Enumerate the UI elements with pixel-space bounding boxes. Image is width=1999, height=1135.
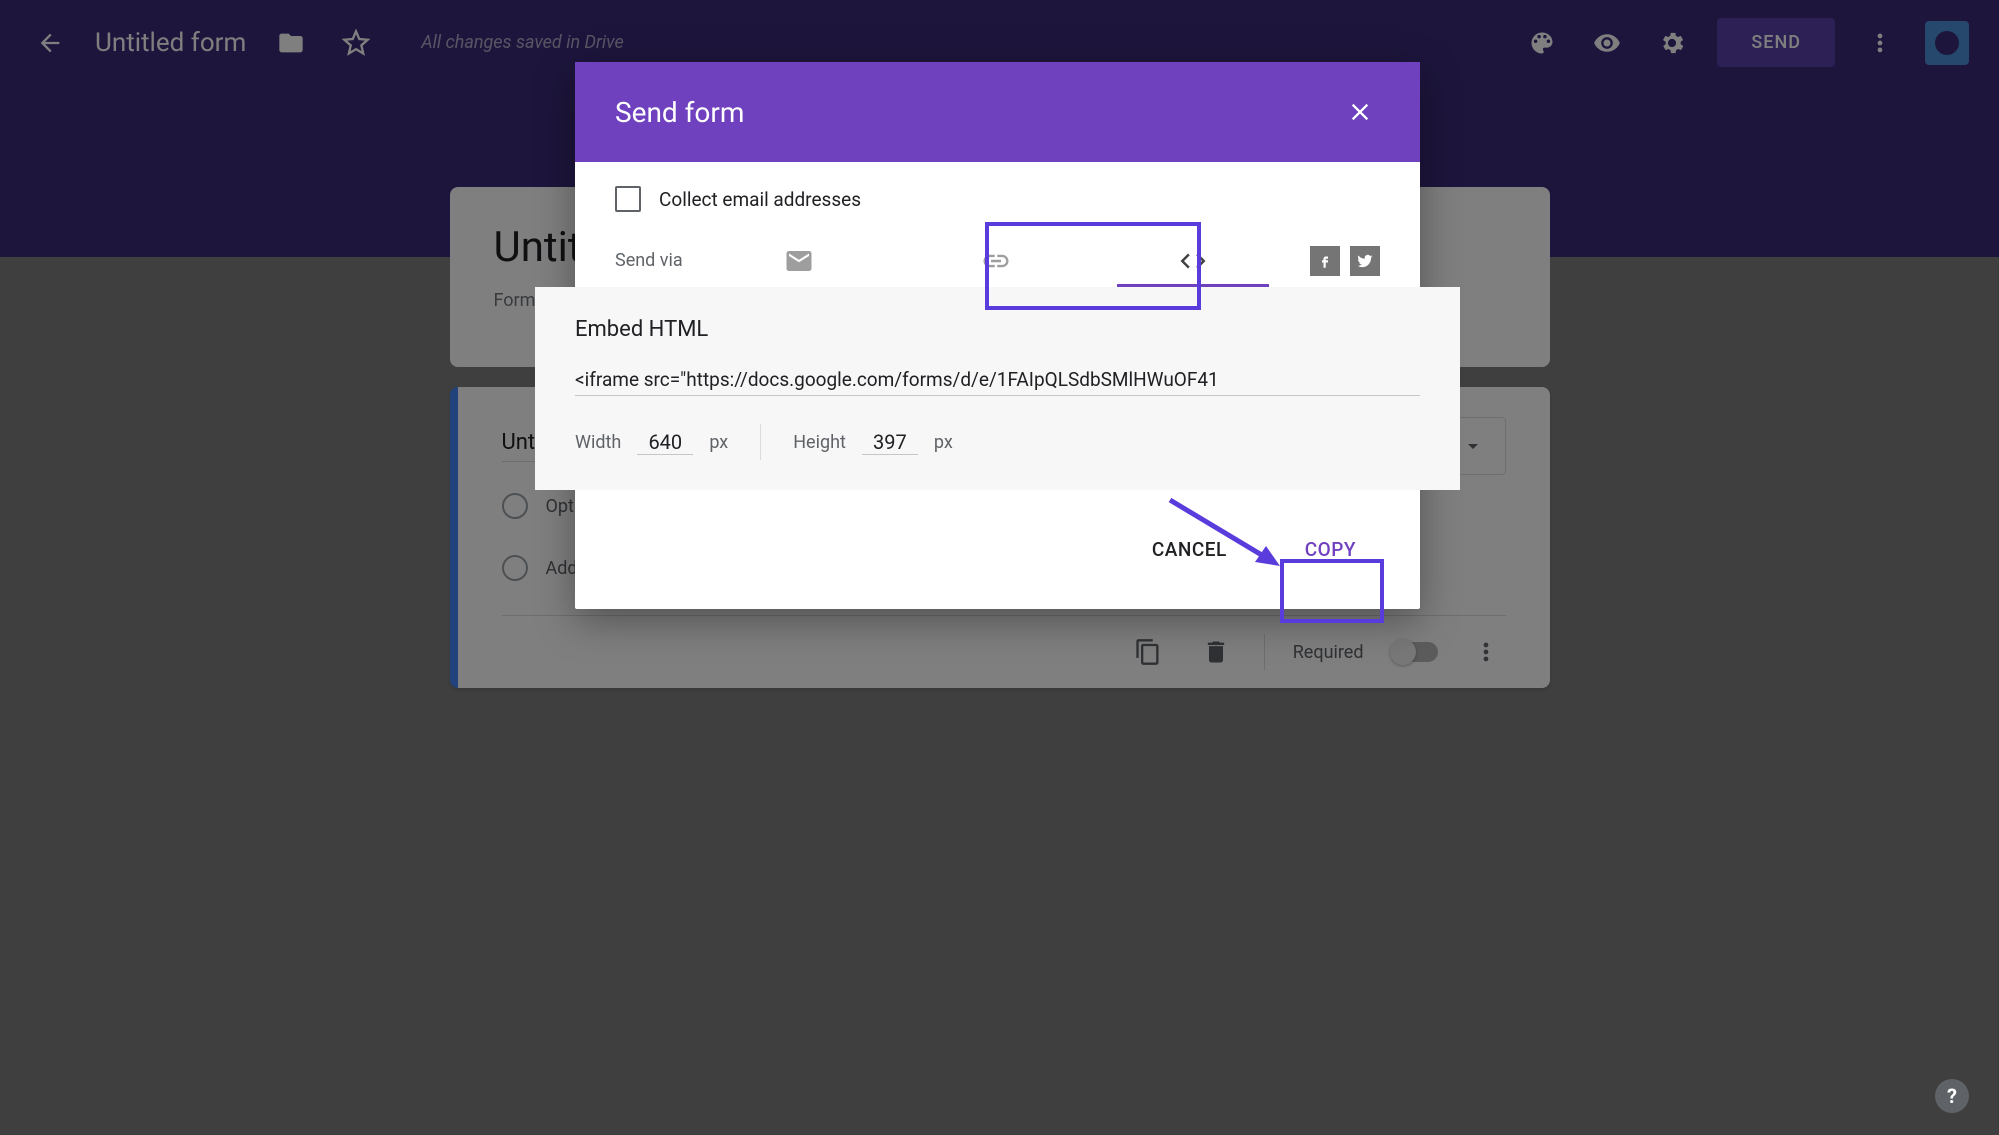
- embed-html-title: Embed HTML: [575, 317, 1420, 342]
- twitter-icon: [1356, 252, 1374, 270]
- code-icon: [1178, 246, 1208, 276]
- height-label: Height: [793, 432, 846, 453]
- send-via-email-tab[interactable]: [723, 234, 875, 287]
- height-input[interactable]: [862, 430, 918, 455]
- send-via-embed-tab[interactable]: [1117, 234, 1269, 287]
- send-via-label: Send via: [615, 250, 683, 271]
- mail-icon: [784, 246, 814, 276]
- help-button[interactable]: ?: [1935, 1079, 1969, 1113]
- collect-email-label: Collect email addresses: [659, 188, 861, 211]
- facebook-icon: [1316, 252, 1334, 270]
- divider: [760, 424, 761, 460]
- share-twitter-button[interactable]: [1350, 246, 1380, 276]
- link-icon: [981, 246, 1011, 276]
- dialog-title: Send form: [615, 96, 744, 129]
- width-label: Width: [575, 432, 621, 453]
- px-label: px: [934, 432, 953, 453]
- cancel-button[interactable]: CANCEL: [1128, 524, 1251, 575]
- send-form-dialog: Send form Collect email addresses Send v…: [575, 62, 1420, 609]
- embed-code-input[interactable]: [575, 364, 1420, 396]
- close-icon: [1346, 98, 1374, 126]
- collect-email-checkbox[interactable]: [615, 186, 641, 212]
- send-via-link-tab[interactable]: [920, 234, 1072, 287]
- copy-button[interactable]: COPY: [1281, 524, 1380, 575]
- px-label: px: [709, 432, 728, 453]
- share-facebook-button[interactable]: [1310, 246, 1340, 276]
- dialog-close-button[interactable]: [1340, 92, 1380, 132]
- width-input[interactable]: [637, 430, 693, 455]
